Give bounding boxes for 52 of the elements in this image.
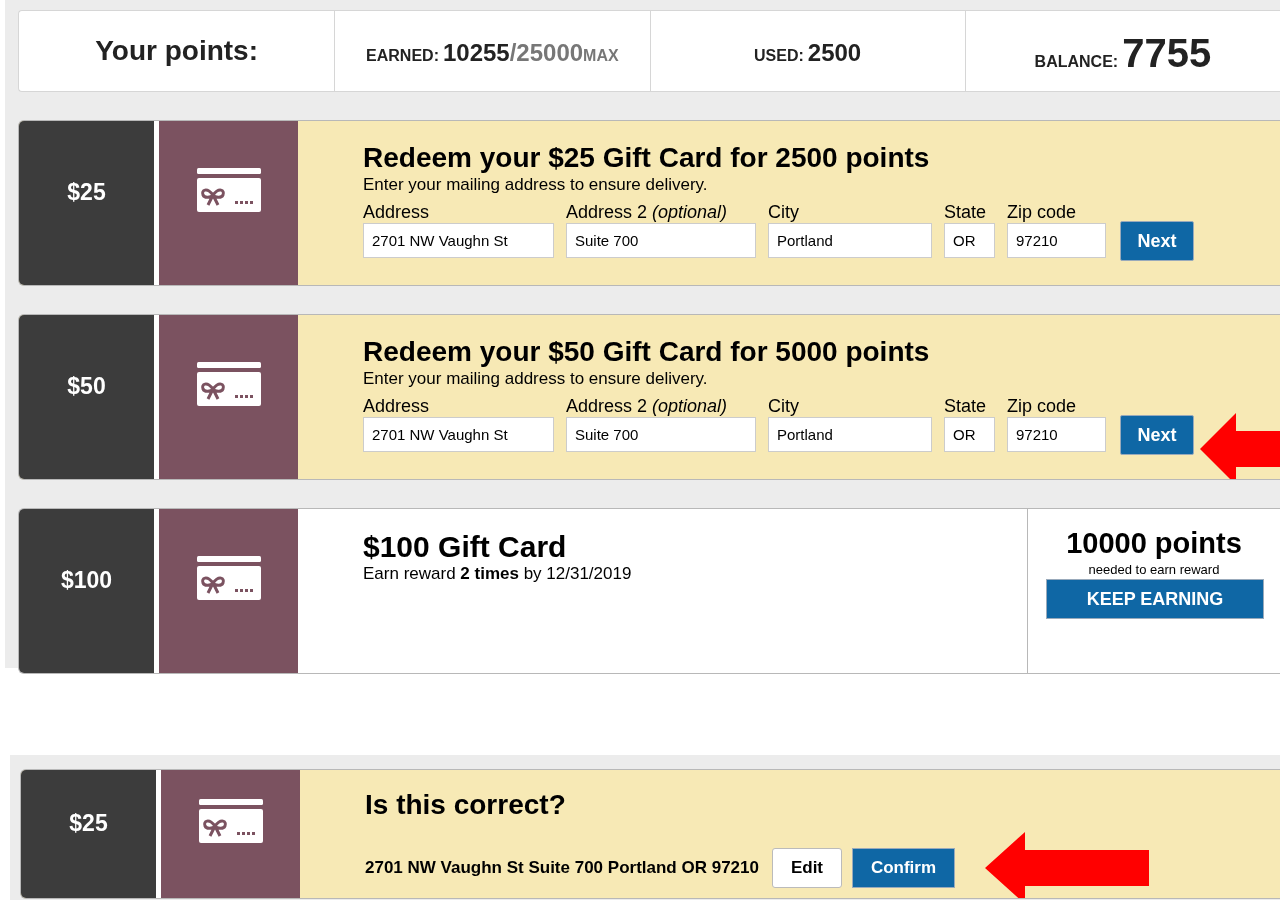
used-value: 2500 [807,39,862,67]
max-value: /25000 [509,39,584,67]
confirm-button[interactable]: Confirm [851,848,955,888]
input-field[interactable]: 97210 [1007,223,1106,258]
input-field[interactable]: Portland [768,223,932,258]
used-label: USED: [754,47,804,65]
field-label: City [768,201,800,223]
earned-value: 10255 [442,39,510,67]
next-button[interactable]: Next [1120,415,1194,455]
field-label: State [944,201,988,223]
points-label: Your points: [95,35,258,67]
input-field[interactable]: OR [944,223,995,258]
card-subtitle: Earn reward 2 times by 12/31/2019 [363,564,633,584]
input-field[interactable]: 2701 NW Vaughn St [363,417,554,452]
keep-earning-button[interactable]: KEEP EARNING [1046,579,1264,619]
field-label: Zip code [1007,395,1078,417]
card-title: $100 Gift Card [363,530,568,564]
max-label: MAX [583,47,619,65]
gift-card-icon [198,799,263,843]
gift-card-icon [196,168,261,212]
amount-label: $25 [69,809,108,837]
next-button[interactable]: Next [1120,221,1194,261]
field-label: Address [363,201,431,223]
field-label: Zip code [1007,201,1078,223]
field-label: City [768,395,800,417]
input-field[interactable]: Portland [768,417,932,452]
points-needed: 10000 points [1066,527,1242,560]
amount-label: $25 [67,178,106,206]
balance-value: 7755 [1122,31,1212,76]
card-subtitle: Enter your mailing address to ensure delivery. [363,175,709,195]
amount-label: $100 [60,566,113,594]
field-label: Address 2 (optional) [566,395,729,417]
card-title: Is this correct? [365,788,567,822]
input-field[interactable]: Suite 700 [566,223,756,258]
field-label: Address [363,395,431,417]
card-title: Redeem your $25 Gift Card for 2500 points [363,141,931,175]
amount-label: $50 [67,372,106,400]
gift-card-icon [196,556,261,600]
earned-label: EARNED: [366,47,439,65]
points-note: needed to earn reward [1088,562,1220,577]
gift-card-icon [196,362,261,406]
input-field[interactable]: OR [944,417,995,452]
input-field[interactable]: 97210 [1007,417,1106,452]
edit-button[interactable]: Edit [771,848,842,888]
field-label: Address 2 (optional) [566,201,729,223]
card-title: Redeem your $50 Gift Card for 5000 points [363,335,931,369]
balance-label: BALANCE: [1034,53,1119,71]
field-label: State [944,395,988,417]
card-subtitle: Enter your mailing address to ensure delivery. [363,369,709,389]
address-summary: 2701 NW Vaughn St Suite 700 Portland OR 97210 [365,858,759,878]
input-field[interactable]: Suite 700 [566,417,756,452]
input-field[interactable]: 2701 NW Vaughn St [363,223,554,258]
